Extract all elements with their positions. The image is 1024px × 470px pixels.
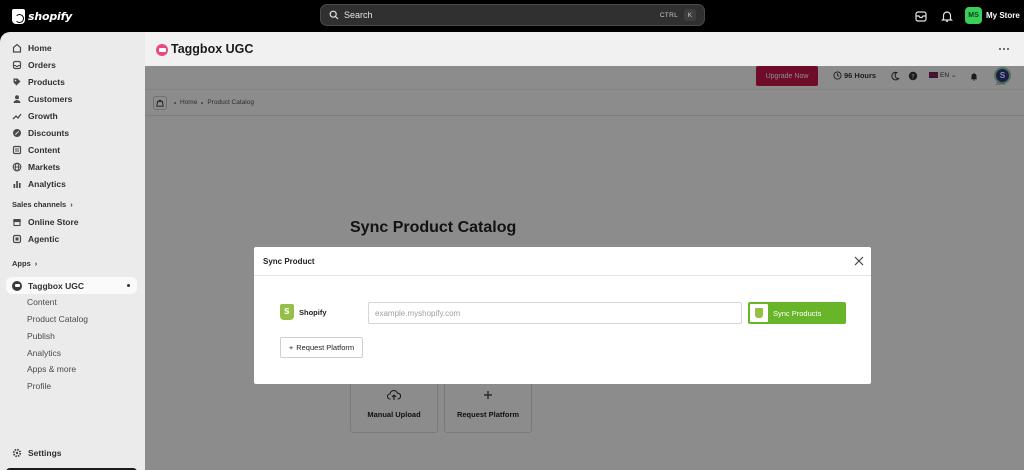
plus-icon: + [288, 343, 294, 352]
home-icon [12, 43, 22, 53]
sidebar-item-label: Orders [28, 59, 56, 70]
sidebar: Home Orders Products Customers Growth Di… [0, 32, 145, 470]
taggbox-logo-icon [12, 280, 22, 291]
search-label: Search [344, 10, 373, 20]
inbox-icon [12, 60, 22, 70]
sync-products-button[interactable]: Sync Products [748, 302, 846, 324]
shopify-icon [280, 304, 294, 320]
sidebar-item-label: Markets [28, 161, 61, 172]
shortcut-key: K [684, 9, 696, 21]
sidebar-item-markets[interactable]: Markets [6, 158, 137, 175]
sidebar-item-agentic[interactable]: Agentic [6, 230, 137, 247]
sidebar-item-label: Customers [28, 93, 73, 104]
modal-title: Sync Product [263, 257, 315, 266]
apps-heading[interactable]: Apps › [12, 259, 37, 268]
globe-icon [12, 162, 22, 172]
sidebar-item-label: Discounts [28, 127, 70, 138]
pin-dot-icon [127, 284, 130, 287]
app-subitem-publish[interactable]: Publish [27, 331, 55, 341]
app-subitem-analytics[interactable]: Analytics [27, 348, 61, 358]
sidebar-item-orders[interactable]: Orders [6, 56, 137, 73]
app-subitem-apps-more[interactable]: Apps & more [27, 364, 76, 374]
sidebar-item-label: Home [28, 42, 52, 53]
bell-icon[interactable] [940, 9, 954, 23]
shopify-bag-icon [12, 8, 25, 24]
request-platform-button[interactable]: + Request Platform [280, 337, 363, 358]
sales-channels-label: Sales channels [12, 200, 67, 209]
store-menu[interactable]: MS My Store [965, 7, 1020, 24]
shopify-icon [750, 304, 768, 322]
sidebar-item-customers[interactable]: Customers [6, 90, 137, 107]
store-inbox-icon[interactable] [914, 9, 928, 23]
app-header: Taggbox UGC [145, 32, 1024, 66]
gear-icon [12, 448, 22, 458]
chevron-right-icon: › [70, 200, 73, 209]
agentic-icon [12, 234, 22, 244]
shortcut-ctrl: CTRL [659, 11, 678, 19]
sidebar-item-settings[interactable]: Settings [6, 444, 137, 461]
app-subitem-product-catalog[interactable]: Product Catalog [27, 314, 88, 324]
search-bar[interactable]: Search CTRL K [320, 4, 705, 26]
platform-label: Shopify [299, 307, 327, 317]
sidebar-item-label: Taggbox UGC [28, 280, 85, 291]
modal-header: Sync Product [254, 247, 871, 276]
taggbox-logo-icon [156, 44, 168, 56]
sales-channels-heading[interactable]: Sales channels › [12, 200, 73, 209]
platform-shopify: Shopify [280, 304, 327, 320]
app-subitem-content[interactable]: Content [27, 297, 57, 307]
person-icon [12, 94, 22, 104]
sidebar-item-label: Products [28, 76, 65, 87]
discount-icon [12, 128, 22, 138]
shopify-logo[interactable]: shopify [12, 7, 72, 25]
sidebar-item-label: Analytics [28, 178, 66, 189]
sidebar-item-home[interactable]: Home [6, 39, 137, 56]
content-icon [12, 145, 22, 155]
logo-text: shopify [28, 9, 73, 23]
app-title: Taggbox UGC [171, 42, 254, 56]
close-icon[interactable] [853, 255, 865, 267]
chevron-right-icon: › [34, 259, 38, 268]
sidebar-item-label: Growth [28, 110, 58, 121]
app-subitem-profile[interactable]: Profile [27, 381, 51, 391]
sidebar-item-content[interactable]: Content [6, 141, 137, 158]
sidebar-item-label: Settings [28, 447, 62, 458]
sidebar-item-taggbox[interactable]: Taggbox UGC [6, 277, 137, 294]
store-name: My Store [986, 11, 1020, 20]
sync-products-label: Sync Products [773, 308, 822, 318]
growth-icon [12, 111, 22, 121]
more-options-button[interactable] [998, 43, 1010, 55]
sidebar-item-label: Content [28, 144, 61, 155]
sidebar-item-analytics[interactable]: Analytics [6, 175, 137, 192]
chart-icon [12, 179, 22, 189]
search-icon [329, 10, 339, 20]
sidebar-item-label: Agentic [28, 233, 60, 244]
store-url-input[interactable] [368, 302, 742, 324]
store-icon [12, 217, 22, 227]
apps-label: Apps [12, 259, 31, 268]
request-platform-label: Request Platform [296, 343, 355, 352]
sidebar-item-discounts[interactable]: Discounts [6, 124, 137, 141]
tag-icon [12, 77, 22, 87]
sidebar-item-online-store[interactable]: Online Store [6, 213, 137, 230]
sidebar-item-label: Online Store [28, 216, 79, 227]
sidebar-item-growth[interactable]: Growth [6, 107, 137, 124]
store-avatar: MS [965, 7, 982, 24]
sidebar-item-products[interactable]: Products [6, 73, 137, 90]
top-bar: shopify Search CTRL K MS My Store [0, 0, 1024, 32]
sync-product-modal: Sync Product Shopify Sync Products + Req… [254, 247, 871, 384]
